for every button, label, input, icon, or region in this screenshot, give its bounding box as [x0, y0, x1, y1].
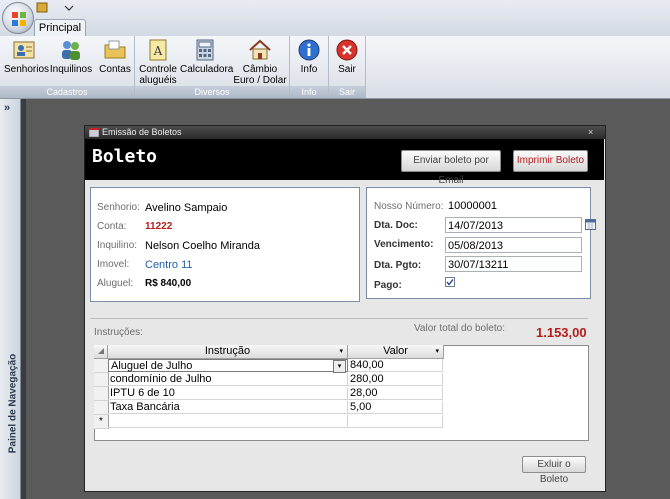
info-button[interactable]: Info — [293, 38, 325, 75]
select-all-icon — [97, 348, 104, 354]
pago-checkbox[interactable] — [445, 277, 455, 287]
quick-access-toolbar[interactable] — [35, 1, 75, 15]
column-instrucao-label: Instrução — [204, 345, 251, 357]
combo-dropdown-icon[interactable]: ▾ — [333, 360, 346, 373]
inquilino-value: Nelson Coelho Miranda — [145, 240, 260, 252]
close-circle-icon — [336, 39, 358, 61]
svg-text:A: A — [153, 44, 163, 58]
office-logo-icon — [12, 12, 26, 26]
dta-doc-label: Dta. Doc: — [374, 220, 418, 231]
folder-icon — [104, 40, 126, 59]
ribbon-group-cadastros: Senhorios Inquilinos Contas Cadastros — [0, 36, 135, 98]
contas-button[interactable]: Contas — [98, 38, 132, 75]
window-close-icon[interactable]: × — [588, 127, 593, 137]
row-selector[interactable] — [94, 373, 109, 387]
group-label-diversos: Diversos — [135, 86, 289, 98]
table-row-instrucao[interactable]: IPTU 6 de 10 — [108, 387, 348, 400]
column-header-instrucao[interactable]: Instrução ▾ — [108, 345, 348, 359]
group-label-sair: Sair — [329, 86, 365, 98]
section-divider — [90, 318, 588, 319]
new-row-valor[interactable] — [348, 415, 443, 428]
table-row-instrucao[interactable]: condomínio de Julho — [108, 373, 348, 386]
calculadora-button[interactable]: Calculadora — [180, 38, 234, 75]
imovel-value: Centro 11 — [145, 259, 193, 271]
group-label-cadastros: Cadastros — [0, 86, 134, 98]
window-title-bar: Emissão de Boletos — [85, 126, 605, 139]
title-bar — [0, 0, 670, 36]
senhorio-label: Senhorio: — [97, 202, 140, 213]
document-a-icon: A — [149, 39, 167, 61]
dta-doc-input[interactable]: 14/07/2013 — [445, 217, 582, 233]
inquilinos-label: Inquilinos — [49, 64, 93, 75]
senhorio-value: Avelino Sampaio — [145, 202, 228, 214]
form-icon — [89, 128, 99, 137]
tab-principal[interactable]: Principal — [34, 19, 86, 37]
instrucoes-label: Instruções: — [94, 327, 143, 338]
dta-pgto-input[interactable]: 30/07/13211 — [445, 256, 582, 272]
sair-label: Sair — [338, 64, 356, 75]
grid-corner[interactable] — [94, 345, 108, 359]
inquilino-label: Inquilino: — [97, 240, 138, 251]
pago-label: Pago: — [374, 280, 402, 291]
ribbon-group-diversos: A Controle aluguéis Calculadora Câmbio E… — [135, 36, 290, 98]
table-row-instrucao[interactable]: Aluguel de Julho ▾ — [108, 359, 348, 373]
inquilinos-button[interactable]: Inquilinos — [48, 38, 94, 75]
house-icon — [249, 39, 271, 60]
dta-pgto-label: Dta. Pgto: — [374, 260, 422, 271]
aluguel-label: Aluguel: — [97, 278, 134, 289]
navigation-panel-label: Painel de Navegação — [7, 353, 19, 454]
senhorios-label: Senhorios — [4, 64, 50, 75]
sort-dropdown-icon[interactable]: ▾ — [339, 345, 343, 358]
senhorios-button[interactable]: Senhorios — [4, 38, 49, 75]
column-valor-label: Valor — [383, 345, 408, 357]
conta-label: Conta: — [97, 221, 127, 232]
row-selector[interactable] — [94, 401, 109, 415]
users-card-icon — [13, 41, 35, 59]
form-title: Boleto — [92, 146, 158, 167]
vencimento-label: Vencimento: — [374, 239, 434, 250]
valor-total-value: 1.153,00 — [536, 325, 587, 340]
vencimento-input[interactable]: 05/08/2013 — [445, 237, 582, 253]
controle-alugueis-button[interactable]: A Controle aluguéis — [138, 38, 178, 86]
nosso-numero-value: 10000001 — [448, 200, 497, 212]
window-title: Emissão de Boletos — [102, 127, 182, 137]
calculadora-label: Calculadora — [180, 64, 234, 75]
office-button[interactable] — [2, 2, 34, 34]
imovel-label: Imovel: — [97, 259, 130, 270]
table-row-instrucao[interactable]: Taxa Bancária — [108, 401, 348, 414]
calculator-icon — [196, 39, 214, 61]
ribbon-group-info: Info Info — [290, 36, 329, 98]
row-selector[interactable] — [94, 359, 109, 373]
print-button[interactable]: Imprimir Boleto — [513, 150, 588, 172]
info-icon — [298, 39, 320, 61]
table-row-valor[interactable]: 840,00 — [348, 359, 443, 372]
excluir-boleto-button[interactable]: Exluir o Boleto — [522, 456, 586, 485]
table-row-valor[interactable]: 280,00 — [348, 373, 443, 386]
new-row-instrucao[interactable] — [108, 415, 348, 428]
ribbon-group-sair: Sair Sair — [329, 36, 366, 98]
email-button[interactable]: Enviar boleto por Email — [401, 150, 501, 186]
nosso-numero-label: Nosso Número: — [374, 201, 444, 212]
conta-value: 11222 — [145, 221, 173, 232]
cambio-button[interactable]: Câmbio Euro / Dolar — [233, 38, 287, 86]
sort-dropdown-icon[interactable]: ▾ — [435, 345, 439, 358]
aluguel-value: R$ 840,00 — [145, 278, 192, 289]
calendar-icon[interactable] — [585, 219, 596, 230]
table-row-valor[interactable]: 5,00 — [348, 401, 443, 414]
cambio-label: Câmbio Euro / Dolar — [233, 64, 287, 86]
contas-label: Contas — [99, 64, 131, 75]
table-row-valor[interactable]: 28,00 — [348, 387, 443, 400]
valor-total-label: Valor total do boleto: — [414, 323, 505, 334]
group-label-info: Info — [290, 86, 328, 98]
info-label: Info — [300, 64, 318, 75]
controle-alugueis-label: Controle aluguéis — [139, 64, 177, 86]
nav-toggle-icon[interactable]: » — [4, 102, 10, 114]
people-icon — [62, 41, 80, 60]
row-selector[interactable] — [94, 387, 109, 401]
sair-button[interactable]: Sair — [332, 38, 362, 75]
cell-instrucao: Aluguel de Julho — [111, 360, 193, 372]
column-header-valor[interactable]: Valor ▾ — [348, 345, 444, 359]
new-row-marker[interactable]: * — [94, 415, 109, 429]
